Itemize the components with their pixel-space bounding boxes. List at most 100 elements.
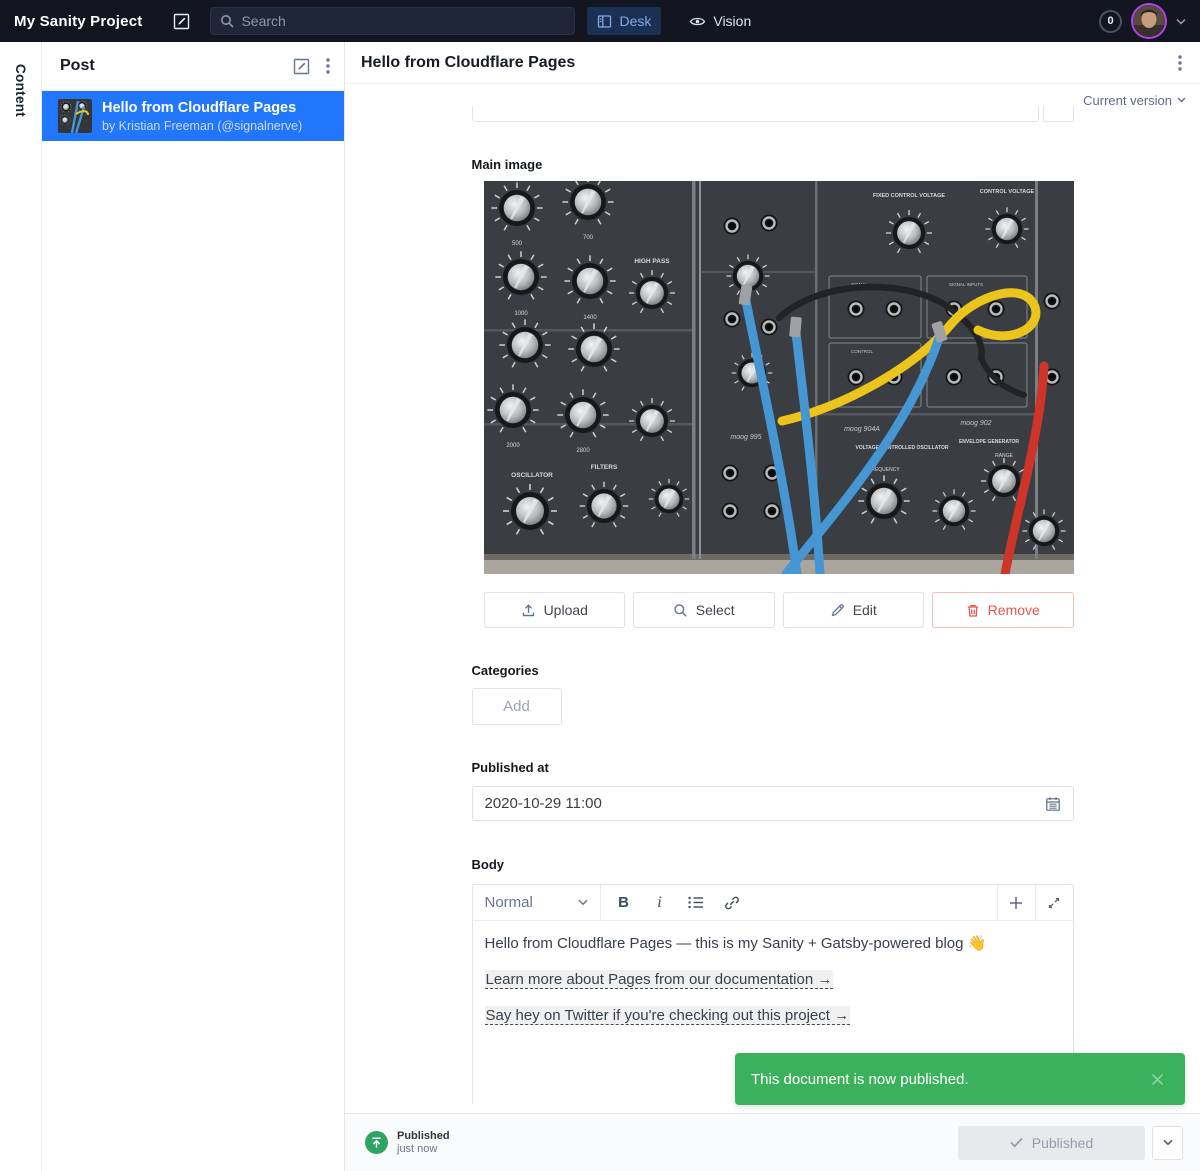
chevron-down-icon [1177, 97, 1186, 103]
publish-status-title: Published [397, 1130, 450, 1143]
pencil-icon [830, 603, 845, 618]
svg-text:CONTROL: CONTROL [851, 349, 873, 354]
upload-button[interactable]: Upload [484, 592, 626, 628]
list-item-post[interactable]: Hello from Cloudflare Pages by Kristian … [42, 91, 344, 141]
body-paragraph: Hello from Cloudflare Pages — this is my… [485, 932, 1061, 956]
published-at-label: Published at [472, 760, 1074, 775]
svg-text:2800: 2800 [576, 448, 590, 454]
document-pane: Hello from Cloudflare Pages Current vers… [345, 42, 1200, 1171]
body-link-line: Learn more about Pages from our document… [485, 968, 1061, 992]
tab-vision[interactable]: Vision [679, 7, 761, 35]
image-button-row: Upload Select [484, 592, 1074, 628]
publish-status-icon [365, 1131, 388, 1154]
svg-text:FIXED CONTROL VOLTAGE: FIXED CONTROL VOLTAGE [872, 193, 944, 199]
remove-button[interactable]: Remove [932, 592, 1074, 628]
pane-menu-button[interactable] [326, 58, 330, 74]
version-label: Current version [1083, 93, 1172, 108]
magnifier-icon [673, 603, 688, 618]
slug-field-partial [472, 107, 1074, 122]
vision-label: Vision [713, 13, 751, 29]
main-image: 500 700 HIGH PASS 1000 1400 2000 [484, 181, 1074, 574]
compose-icon [173, 13, 190, 30]
avatar-caret-icon[interactable] [1176, 18, 1186, 25]
insert-block-button[interactable] [997, 885, 1035, 920]
sidebar-item-content[interactable]: Content [13, 64, 28, 1171]
calendar-icon[interactable] [1045, 796, 1061, 812]
svg-text:moog 995: moog 995 [730, 434, 761, 441]
body-link-line: Say hey on Twitter if you're checking ou… [485, 1004, 1061, 1028]
post-thumbnail [58, 99, 92, 133]
post-list-header: Post [42, 42, 344, 91]
new-document-button[interactable] [293, 58, 310, 75]
list-item-title: Hello from Cloudflare Pages [102, 99, 302, 118]
check-icon [1010, 1137, 1023, 1148]
publish-button[interactable]: Published [958, 1126, 1145, 1160]
categories-label: Categories [472, 663, 1074, 678]
svg-text:500: 500 [511, 241, 522, 247]
twitter-link[interactable]: Say hey on Twitter if you're checking ou… [485, 1006, 851, 1025]
upload-icon [521, 603, 536, 618]
svg-text:CONTROL VOLTAGE: CONTROL VOLTAGE [979, 189, 1034, 195]
success-toast: This document is now published. [735, 1053, 1185, 1105]
synthesizer-photo: 500 700 HIGH PASS 1000 1400 2000 [484, 181, 1074, 574]
select-button[interactable]: Select [633, 592, 775, 628]
search-box[interactable] [210, 7, 575, 35]
publish-menu-button[interactable] [1152, 1126, 1183, 1160]
style-select-value: Normal [485, 894, 570, 911]
content-rail: Content [0, 42, 42, 1171]
slug-generate-button[interactable] [1043, 107, 1074, 122]
close-icon[interactable] [1146, 1068, 1169, 1091]
publish-status-time: just now [397, 1143, 450, 1156]
remove-label: Remove [988, 602, 1040, 618]
add-category-button[interactable]: Add [472, 688, 562, 725]
upload-label: Upload [544, 602, 588, 618]
link-button[interactable] [715, 889, 749, 917]
edit-button[interactable]: Edit [783, 592, 925, 628]
editor-content[interactable]: Hello from Cloudflare Pages — this is my… [473, 921, 1073, 1051]
compose-button[interactable] [168, 8, 194, 34]
navbar-right: 0 [1099, 5, 1186, 37]
editor-toolbar: Normal B i [473, 885, 1073, 921]
svg-text:ENVELOPE GENERATOR: ENVELOPE GENERATOR [958, 439, 1018, 445]
top-navbar: My Sanity Project Desk Vision [0, 0, 1200, 42]
chevron-down-icon [578, 899, 588, 906]
svg-text:SIGNAL INPUTS: SIGNAL INPUTS [949, 282, 983, 287]
search-icon [220, 14, 234, 28]
document-header: Hello from Cloudflare Pages [345, 42, 1200, 84]
document-title: Hello from Cloudflare Pages [361, 54, 575, 72]
post-list-pane: Post [42, 42, 345, 1171]
svg-text:OSCILLATOR: OSCILLATOR [511, 472, 553, 479]
toast-message: This document is now published. [751, 1071, 969, 1088]
published-at-input[interactable] [485, 795, 1045, 812]
slug-input[interactable] [472, 107, 1039, 122]
document-form: Current version Main image [345, 84, 1200, 1113]
trash-icon [966, 603, 980, 618]
style-select[interactable]: Normal [473, 885, 601, 920]
document-footer: Published just now Published [345, 1113, 1200, 1171]
desk-icon [597, 14, 612, 29]
svg-text:1000: 1000 [514, 311, 528, 317]
bold-button[interactable]: B [607, 889, 641, 917]
svg-text:VOLTAGE CONTROLLED OSCILLATOR: VOLTAGE CONTROLLED OSCILLATOR [855, 445, 948, 451]
svg-text:2000: 2000 [506, 443, 520, 449]
main-image-label: Main image [472, 157, 1074, 172]
docs-link[interactable]: Learn more about Pages from our document… [485, 970, 834, 989]
status-count-badge[interactable]: 0 [1099, 10, 1122, 33]
svg-text:moog 904A: moog 904A [844, 426, 880, 433]
bullet-list-button[interactable] [679, 889, 713, 917]
italic-button[interactable]: i [643, 889, 677, 917]
svg-text:1400: 1400 [583, 315, 597, 321]
published-at-field [472, 786, 1074, 821]
fullscreen-button[interactable] [1035, 885, 1073, 920]
publish-button-label: Published [1032, 1135, 1094, 1151]
avatar[interactable] [1133, 5, 1165, 37]
tab-desk[interactable]: Desk [587, 7, 661, 35]
list-item-subtitle: by Kristian Freeman (@signalnerve) [102, 118, 302, 134]
svg-text:HIGH PASS: HIGH PASS [634, 258, 670, 265]
select-label: Select [696, 602, 735, 618]
search-input[interactable] [241, 13, 565, 29]
pane-title: Post [60, 57, 95, 75]
document-menu-button[interactable] [1174, 51, 1186, 75]
body-label: Body [472, 857, 1074, 872]
desk-label: Desk [619, 13, 651, 29]
